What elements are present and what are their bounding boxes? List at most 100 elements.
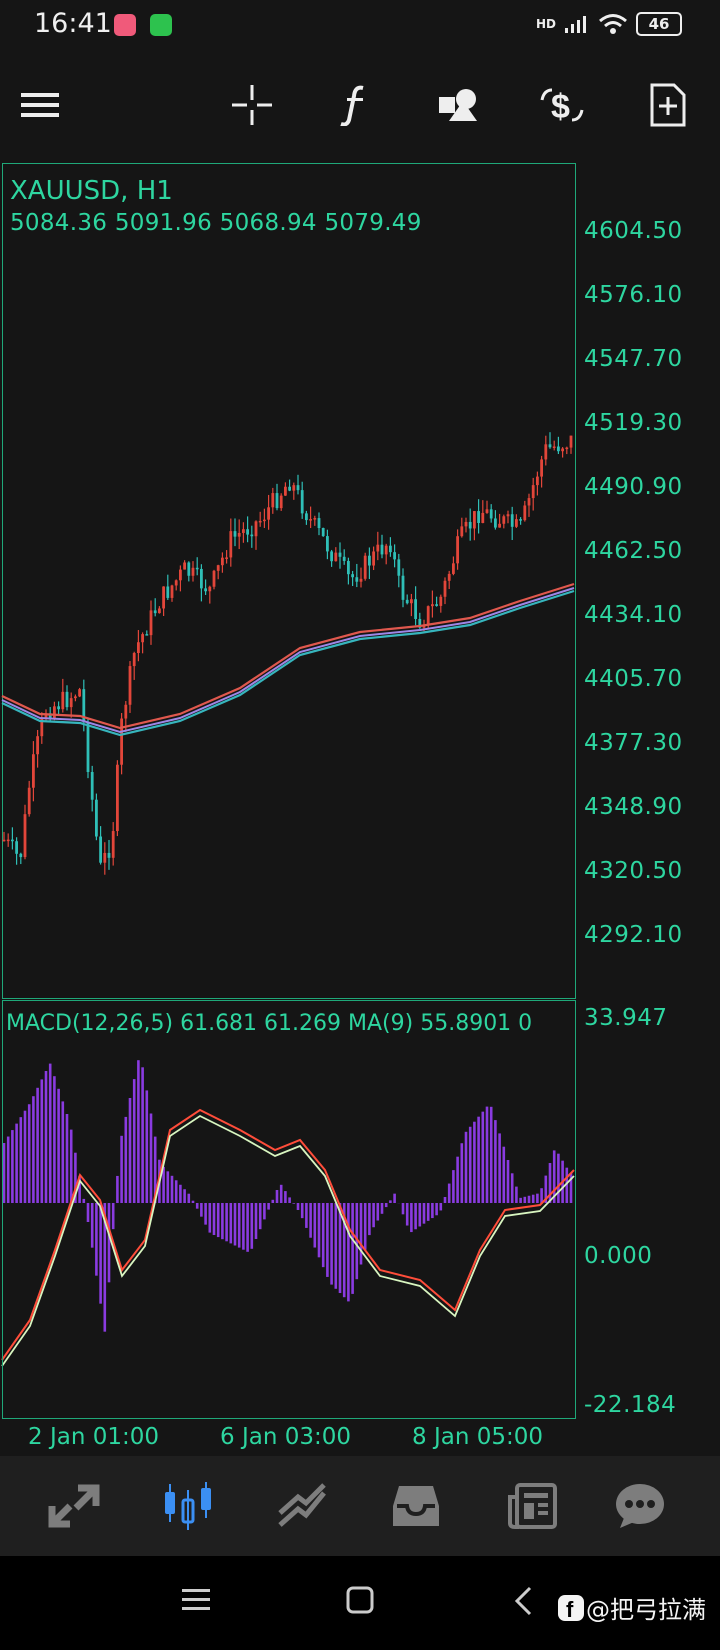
news-tab[interactable] [504, 1478, 560, 1534]
macd-panel[interactable] [2, 1000, 576, 1419]
candle-body [384, 545, 388, 555]
symbol-icon: $ [540, 88, 584, 126]
candle-body [309, 519, 312, 521]
wechat-icon [150, 14, 172, 36]
candle-body [246, 529, 249, 535]
chat-tab[interactable] [612, 1478, 668, 1534]
candlestick-icon [165, 1482, 211, 1530]
menu-button[interactable] [15, 80, 65, 130]
svg-text:$: $ [551, 88, 570, 126]
candle-body [347, 560, 350, 575]
chart-tab[interactable] [160, 1478, 216, 1534]
back-icon[interactable] [512, 1586, 536, 1616]
candle-body [95, 799, 98, 837]
time-tick: 6 Jan 03:00 [220, 1424, 351, 1450]
macd-tick: -22.184 [584, 1392, 677, 1418]
candle-body [389, 545, 392, 553]
candle-body [481, 512, 485, 523]
candle-body [414, 599, 417, 619]
new-order-button[interactable] [643, 80, 693, 130]
candle-body [527, 498, 531, 506]
bottom-navigation [0, 1456, 720, 1556]
candle-body [305, 513, 308, 521]
candle-body [170, 585, 174, 598]
candle-body [166, 586, 170, 598]
price-tick: 4462.50 [584, 538, 683, 564]
macd-tick: 0.000 [584, 1243, 653, 1269]
candle-body [271, 493, 275, 508]
candle-body [502, 516, 506, 524]
candle-body [321, 528, 325, 537]
candle-body [536, 476, 539, 486]
candle-body [237, 532, 241, 537]
candle-body [19, 853, 23, 858]
candle-body [363, 555, 367, 579]
status-bar: 16:41 HD 46 [0, 0, 720, 52]
history-tab[interactable] [388, 1478, 444, 1534]
price-tick: 4292.10 [584, 922, 683, 948]
candle-body [540, 459, 543, 477]
crosshair-button[interactable] [227, 80, 277, 130]
candle-body [187, 562, 191, 576]
candle-body [132, 653, 136, 667]
candle-body [431, 604, 434, 607]
candle-body [145, 634, 149, 636]
candle-body [494, 518, 497, 528]
price-tick: 4377.30 [584, 730, 683, 756]
candle-body [216, 565, 220, 571]
home-icon[interactable] [346, 1586, 374, 1614]
candle-body [90, 772, 94, 800]
chart-toolbar: $ [0, 62, 720, 148]
candle-body [506, 514, 510, 517]
candle-body [27, 787, 31, 815]
candle-body [523, 505, 527, 521]
price-tick: 4405.70 [584, 666, 683, 692]
trade-tab[interactable] [274, 1478, 330, 1534]
candle-body [464, 521, 468, 527]
macd-label: MACD(12,26,5) 61.681 61.269 MA(9) 55.890… [6, 1011, 533, 1036]
candle-body [53, 706, 56, 719]
candle-body [153, 610, 157, 614]
crosshair-icon [232, 85, 272, 125]
svg-text:f: f [566, 1597, 574, 1621]
candle-body [443, 580, 447, 597]
candle-body [326, 536, 329, 552]
ma-line-fast [1, 582, 575, 730]
candle-body [78, 689, 81, 697]
candle-body [292, 485, 296, 491]
menu-icon [21, 93, 59, 117]
candle-body [200, 568, 203, 589]
signal-icon [565, 16, 586, 33]
candle-body [447, 573, 451, 581]
candle-body [489, 509, 493, 519]
candle-body [137, 642, 140, 654]
candle-body [548, 444, 552, 448]
quotes-icon [48, 1484, 100, 1528]
candle-body [116, 764, 119, 832]
objects-button[interactable] [434, 80, 484, 130]
candle-body [69, 698, 73, 708]
price-tick: 4604.50 [584, 218, 683, 244]
candle-body [300, 490, 304, 514]
candle-body [435, 604, 438, 606]
candle-body [36, 736, 39, 755]
objects-icon [439, 89, 477, 121]
candle-body [477, 511, 480, 523]
price-tick: 4519.30 [584, 410, 683, 436]
candle-body [225, 557, 228, 559]
candle-body [208, 586, 212, 592]
candle-body [275, 493, 279, 509]
candle-body [439, 596, 443, 606]
app-notification-icon [114, 14, 136, 36]
recent-apps-icon[interactable] [182, 1586, 210, 1614]
candle-body [317, 518, 321, 529]
candle-body [229, 531, 233, 558]
candle-body [355, 577, 359, 582]
candle-body [242, 529, 245, 533]
new-order-icon [650, 83, 686, 127]
candle-body [531, 485, 535, 499]
indicators-button[interactable] [330, 80, 380, 130]
symbols-button[interactable]: $ [537, 80, 587, 130]
candle-body [330, 551, 333, 562]
quotes-tab[interactable] [46, 1478, 102, 1534]
